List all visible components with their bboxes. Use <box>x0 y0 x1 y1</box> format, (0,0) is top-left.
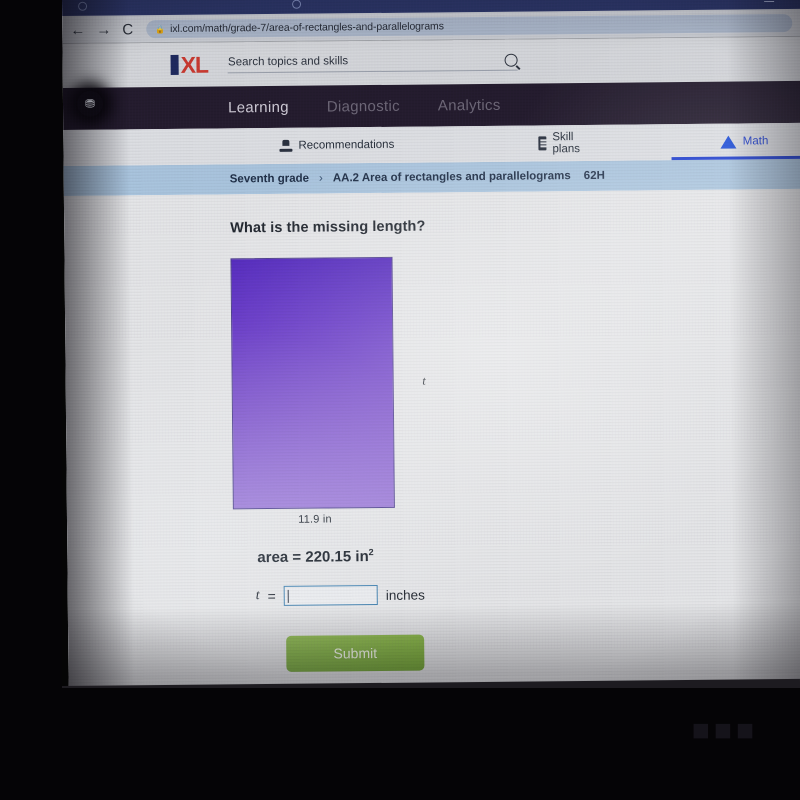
area-statement: area = 220.15 in2 <box>257 543 800 566</box>
answer-variable-label: t <box>255 588 260 604</box>
logo-xl-text: XL <box>180 51 209 78</box>
tab-math[interactable]: Math <box>705 123 785 160</box>
logo-i-bar <box>170 54 179 75</box>
submit-button[interactable]: Submit <box>286 634 425 672</box>
breadcrumb-skill-code: 62H <box>583 169 605 182</box>
nav-item-diagnostic[interactable]: Diagnostic <box>327 97 400 115</box>
search-placeholder: Search topics and skills <box>227 55 349 69</box>
recommendations-icon <box>279 139 292 152</box>
tab-skill-plans-label: Skill plans <box>552 131 581 156</box>
purple-rectangle <box>230 256 395 510</box>
area-exponent: 2 <box>368 547 374 558</box>
browser-tab[interactable] <box>292 0 462 13</box>
reload-button[interactable]: C <box>122 21 133 38</box>
figure-height-label: t <box>422 373 426 388</box>
user-avatar-icon[interactable]: ⛃ <box>76 90 104 117</box>
forward-button[interactable]: → <box>96 21 111 38</box>
photo-bottom-border: ■■■ <box>0 688 800 800</box>
back-button[interactable]: ← <box>70 21 85 38</box>
tab-math-label: Math <box>742 135 769 148</box>
tab-recommendations[interactable]: Recommendations <box>263 127 410 164</box>
question-prompt: What is the missing length? <box>230 218 426 237</box>
site-header: XL Search topics and skills <box>62 36 800 88</box>
nav-item-learning[interactable]: Learning <box>228 98 289 116</box>
address-bar[interactable]: 🔒 ixl.com/math/grade-7/area-of-rectangle… <box>146 13 793 39</box>
area-text: area = 220.15 in <box>257 548 369 567</box>
avatar-glyph: ⛃ <box>84 96 96 111</box>
photographed-screen: — ← → C 🔒 ixl.com/math/grade-7/area-of-r… <box>0 0 800 800</box>
breadcrumb-grade[interactable]: Seventh grade <box>230 173 309 186</box>
address-bar-url: ixl.com/math/grade-7/area-of-rectangles-… <box>170 20 444 35</box>
search-icon[interactable] <box>504 53 519 67</box>
secondary-tab-bar: Recommendations Skill plans Math <box>63 122 800 166</box>
answer-equals-sign: = <box>267 587 276 605</box>
answer-input[interactable] <box>283 584 378 606</box>
answer-row: t = inches <box>256 581 800 606</box>
search-field[interactable]: Search topics and skills <box>227 53 519 73</box>
tab-recommendations-label: Recommendations <box>298 138 395 152</box>
math-pyramid-icon <box>720 135 737 149</box>
answer-units-label: inches <box>385 587 425 603</box>
tab-favicon-icon <box>292 0 302 9</box>
minimize-button[interactable]: — <box>764 0 774 7</box>
lock-icon: 🔒 <box>155 24 166 34</box>
nav-item-analytics[interactable]: Analytics <box>438 96 501 114</box>
tab-skill-plans[interactable]: Skill plans <box>522 125 601 162</box>
background-watermark: ■■■ <box>691 714 758 747</box>
tab-favicon-icon <box>78 1 88 11</box>
rectangle-figure: t 11.9 in <box>230 256 426 527</box>
photo-left-border <box>0 0 62 800</box>
browser-tab[interactable] <box>78 0 228 15</box>
ixl-logo[interactable]: XL <box>170 51 208 78</box>
browser-window: — ← → C 🔒 ixl.com/math/grade-7/area-of-r… <box>62 0 800 692</box>
primary-nav-items: Learning Diagnostic Analytics <box>228 84 501 129</box>
figure-width-label: 11.9 in <box>298 513 332 526</box>
question-panel: What is the missing length? t 11.9 in ar… <box>63 188 800 680</box>
skill-plans-icon <box>538 136 547 151</box>
breadcrumb-separator-icon: › <box>318 172 323 185</box>
primary-nav-bar: ⛃ Learning Diagnostic Analytics <box>62 80 800 130</box>
breadcrumb-skill: AA.2 Area of rectangles and parallelogra… <box>332 170 571 185</box>
